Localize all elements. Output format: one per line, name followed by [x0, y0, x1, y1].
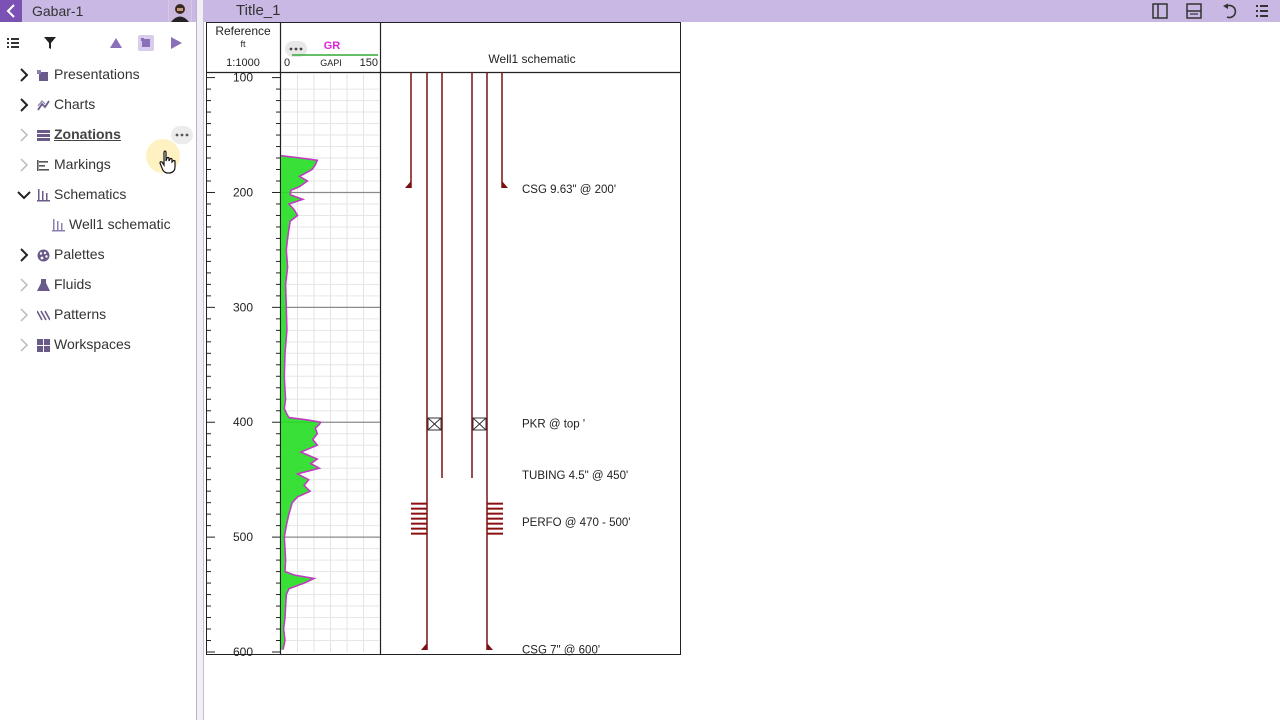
depth-tick-label: 500: [233, 530, 253, 544]
depth-tick-label: 400: [233, 415, 253, 429]
packer-left: [427, 417, 442, 431]
depth-tick-label: 600: [233, 645, 253, 659]
schematic-annotation: TUBING 4.5" @ 450': [522, 470, 628, 482]
reference-track-unit: ft: [240, 39, 246, 49]
gr-scale-max: 150: [360, 57, 378, 69]
schematic-annotation: PKR @ top ': [522, 418, 585, 430]
depth-tick-label: 100: [233, 71, 253, 85]
depth-tick-label: 200: [233, 185, 253, 199]
gr-scale-unit: GAPI: [320, 58, 342, 68]
schematic-annotation: PERFO @ 470 - 500': [522, 517, 630, 529]
gr-curve-name: GR: [324, 40, 341, 52]
schematic-annotation: CSG 9.63" @ 200': [522, 184, 616, 196]
gr-scale-min: 0: [284, 57, 290, 69]
depth-tick-label: 300: [233, 300, 253, 314]
reference-track-title: Reference: [215, 24, 271, 38]
packer-right: [472, 417, 487, 431]
schematic-annotation: CSG 7" @ 600': [522, 645, 600, 657]
reference-track-scale: 1:1000: [226, 57, 260, 69]
schematic-track-title: Well1 schematic: [488, 52, 575, 66]
well-log-chart: Reference ft 1:1000 GR 0 GAPI 150 Well1 …: [206, 22, 681, 659]
